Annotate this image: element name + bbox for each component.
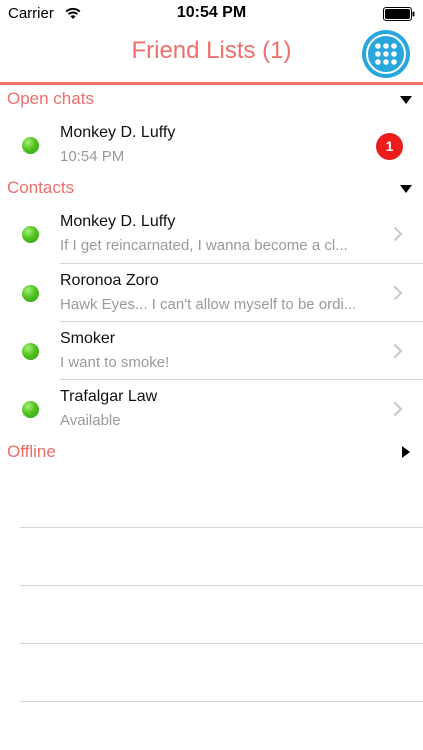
contact-row-roronoa-zoro[interactable]: Roronoa Zoro Hawk Eyes... I can't allow … — [0, 264, 423, 322]
expand-triangle-icon — [402, 446, 410, 458]
chevron-right-icon — [393, 343, 403, 359]
contact-status-message: Hawk Eyes... I can't allow myself to be … — [60, 296, 357, 313]
online-status-icon — [22, 285, 39, 302]
grid-menu-button[interactable] — [362, 30, 410, 78]
empty-row-divider — [20, 701, 423, 702]
online-status-icon — [22, 226, 39, 243]
contact-status-message: If I get reincarnated, I wanna become a … — [60, 237, 348, 254]
section-header-contacts[interactable]: Contacts — [0, 175, 423, 205]
section-title: Contacts — [7, 178, 75, 197]
chevron-right-icon — [393, 226, 403, 242]
status-bar: Carrier 10:54 PM — [0, 0, 423, 28]
section-title: Offline — [7, 442, 56, 461]
contact-status-message: Available — [60, 412, 121, 429]
contact-row-monkey-d-luffy[interactable]: Monkey D. Luffy If I get reincarnated, I… — [0, 205, 423, 263]
battery-icon — [383, 7, 415, 21]
clock: 10:54 PM — [176, 4, 247, 21]
empty-row-divider — [20, 527, 423, 528]
empty-row-divider — [20, 643, 423, 644]
contact-name: Roronoa Zoro — [60, 272, 159, 289]
collapse-triangle-icon — [400, 185, 412, 193]
page-title: Friend Lists (1) — [131, 37, 292, 64]
chevron-right-icon — [393, 285, 403, 301]
contact-row-smoker[interactable]: Smoker I want to smoke! — [0, 322, 423, 380]
contact-status-message: I want to smoke! — [60, 354, 170, 371]
collapse-triangle-icon — [400, 96, 412, 104]
chat-time: 10:54 PM — [60, 148, 125, 165]
online-status-icon — [22, 137, 39, 154]
empty-row-divider — [20, 585, 423, 586]
contact-name: Monkey D. Luffy — [60, 213, 176, 230]
section-header-offline[interactable]: Offline — [0, 439, 423, 469]
unread-badge: 1 — [376, 133, 403, 160]
nav-divider — [0, 82, 423, 85]
chat-row-monkey-d-luffy[interactable]: Monkey D. Luffy 10:54 PM — [0, 116, 423, 174]
contact-row-trafalgar-law[interactable]: Trafalgar Law Available — [0, 380, 423, 438]
contact-name: Monkey D. Luffy — [60, 124, 176, 141]
contact-name: Smoker — [60, 330, 116, 347]
section-title: Open chats — [7, 89, 94, 108]
grid-dots-icon — [366, 34, 406, 74]
chevron-right-icon — [393, 401, 403, 417]
online-status-icon — [22, 401, 39, 418]
contact-name: Trafalgar Law — [60, 388, 158, 405]
section-header-open-chats[interactable]: Open chats — [0, 86, 423, 116]
online-status-icon — [22, 343, 39, 360]
